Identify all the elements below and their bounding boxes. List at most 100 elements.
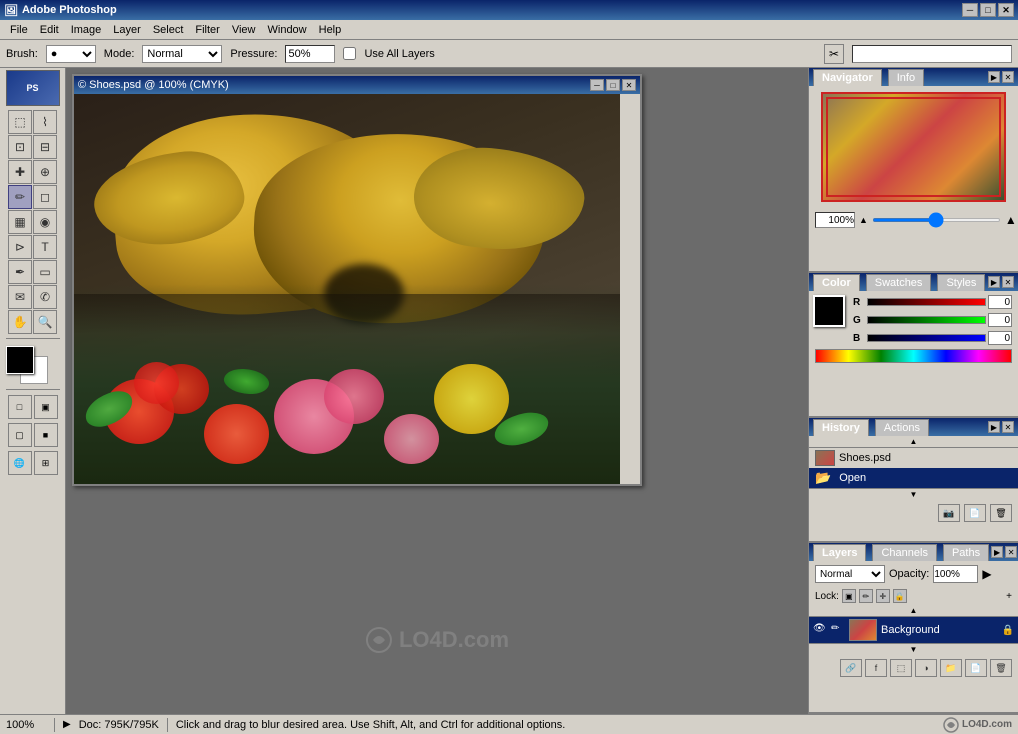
color-menu[interactable]: ▶ <box>988 276 1000 288</box>
history-scroll-down[interactable]: ▼ <box>809 488 1018 500</box>
full-screen-btn[interactable]: ■ <box>34 423 58 447</box>
minimize-button[interactable]: ─ <box>962 3 978 17</box>
extra-btn[interactable]: ⊞ <box>34 451 58 475</box>
color-close[interactable]: ✕ <box>1002 276 1014 288</box>
rainbow-bar[interactable] <box>815 349 1012 363</box>
stamp-tool[interactable]: ⊕ <box>33 160 57 184</box>
history-close[interactable]: ✕ <box>1002 421 1014 433</box>
layer-link-btn[interactable]: 🔗 <box>840 659 862 677</box>
foreground-color[interactable] <box>6 346 34 374</box>
layer-visibility-icon[interactable]: 👁 <box>813 623 827 637</box>
path-tool[interactable]: ⊳ <box>8 235 32 259</box>
notes-tool[interactable]: ✉ <box>8 285 32 309</box>
pen-tool[interactable]: ✒ <box>8 260 32 284</box>
layers-scroll-down[interactable]: ▼ <box>809 643 1018 655</box>
menu-window[interactable]: Window <box>262 22 313 38</box>
zoom-tool[interactable]: 🔍 <box>33 310 57 334</box>
color-sliders: R G B <box>853 291 1018 345</box>
close-button[interactable]: ✕ <box>998 3 1014 17</box>
layer-delete-btn[interactable]: 🗑 <box>990 659 1012 677</box>
use-all-layers-checkbox[interactable] <box>343 47 356 60</box>
marquee-tool[interactable]: ⬚ <box>8 110 32 134</box>
tab-history[interactable]: History <box>813 419 869 436</box>
lock-move[interactable]: ✛ <box>876 589 890 603</box>
screen-mode-btn[interactable]: ▢ <box>8 423 32 447</box>
shape-tool[interactable]: ▭ <box>33 260 57 284</box>
crop-tool[interactable]: ⊡ <box>8 135 32 159</box>
menu-help[interactable]: Help <box>313 22 348 38</box>
b-value[interactable] <box>988 331 1012 345</box>
layer-new-btn[interactable]: 📄 <box>965 659 987 677</box>
doc-close[interactable]: ✕ <box>622 79 636 91</box>
menu-image[interactable]: Image <box>65 22 108 38</box>
menu-file[interactable]: File <box>4 22 34 38</box>
tab-info[interactable]: Info <box>888 69 924 86</box>
navigator-preview <box>821 92 1006 202</box>
lasso-tool[interactable]: ⌇ <box>33 110 57 134</box>
hand-tool[interactable]: ✋ <box>8 310 32 334</box>
quick-mask-off[interactable]: □ <box>8 395 32 419</box>
history-delete-btn[interactable]: 🗑 <box>990 504 1012 522</box>
layers-scroll-up[interactable]: ▲ <box>809 605 1018 617</box>
menu-edit[interactable]: Edit <box>34 22 65 38</box>
layer-item-background[interactable]: 👁 ✏ Background 🔒 <box>809 617 1018 643</box>
lock-paint[interactable]: ✏ <box>859 589 873 603</box>
doc-maximize[interactable]: □ <box>606 79 620 91</box>
lock-transparency[interactable]: ▣ <box>842 589 856 603</box>
tab-actions[interactable]: Actions <box>875 419 929 436</box>
tab-swatches[interactable]: Swatches <box>866 274 932 291</box>
layer-group-btn[interactable]: 📁 <box>940 659 962 677</box>
lock-all[interactable]: 🔒 <box>893 589 907 603</box>
tab-paths[interactable]: Paths <box>943 544 989 561</box>
brush-select[interactable]: ● <box>46 45 96 63</box>
pressure-input[interactable] <box>285 45 335 63</box>
slice-tool[interactable]: ⊟ <box>33 135 57 159</box>
menu-view[interactable]: View <box>226 22 262 38</box>
history-item-1[interactable]: Shoes.psd <box>809 448 1018 468</box>
maximize-button[interactable]: □ <box>980 3 996 17</box>
tab-channels[interactable]: Channels <box>872 544 936 561</box>
blur-tool[interactable]: ◉ <box>33 210 57 234</box>
layers-menu[interactable]: ▶ <box>991 546 1003 558</box>
history-new-doc-btn[interactable]: 📄 <box>964 504 986 522</box>
text-tool[interactable]: T <box>33 235 57 259</box>
doc-minimize[interactable]: ─ <box>590 79 604 91</box>
layers-blend-select[interactable]: Normal <box>815 565 885 583</box>
quick-mask-on[interactable]: ▣ <box>34 395 58 419</box>
navigator-close[interactable]: ✕ <box>1002 71 1014 83</box>
tab-layers[interactable]: Layers <box>813 544 866 561</box>
layer-style-btn[interactable]: f <box>865 659 887 677</box>
lo4d-label: LO4D.com <box>962 719 1012 730</box>
jump-to-ir[interactable]: 🌐 <box>8 451 32 475</box>
nav-zoom-slider[interactable] <box>872 218 1001 222</box>
history-snapshot-btn[interactable]: 📷 <box>938 504 960 522</box>
menu-select[interactable]: Select <box>147 22 190 38</box>
color-swatch[interactable] <box>813 295 845 327</box>
heal-tool[interactable]: ✚ <box>8 160 32 184</box>
tab-color[interactable]: Color <box>813 274 860 291</box>
mode-select[interactable]: Normal <box>142 45 222 63</box>
tab-styles[interactable]: Styles <box>937 274 985 291</box>
options-icon[interactable]: ✂ <box>824 44 844 64</box>
brush-tool[interactable]: ✏ <box>8 185 32 209</box>
history-menu[interactable]: ▶ <box>988 421 1000 433</box>
history-item-2[interactable]: 📂 Open <box>809 468 1018 488</box>
opacity-input[interactable] <box>933 565 978 583</box>
menu-layer[interactable]: Layer <box>107 22 147 38</box>
g-value[interactable] <box>988 313 1012 327</box>
menu-filter[interactable]: Filter <box>189 22 225 38</box>
options-right-input[interactable] <box>852 45 1012 63</box>
layers-close[interactable]: ✕ <box>1005 546 1017 558</box>
navigator-menu[interactable]: ▶ <box>988 71 1000 83</box>
tab-navigator[interactable]: Navigator <box>813 69 882 86</box>
r-value[interactable] <box>988 295 1012 309</box>
eyedrop-tool[interactable]: ✆ <box>33 285 57 309</box>
nav-zoom-input[interactable] <box>815 212 855 228</box>
gradient-tool[interactable]: ▦ <box>8 210 32 234</box>
layer-adjustment-btn[interactable]: ◑ <box>915 659 937 677</box>
opacity-arrow[interactable]: ▶ <box>982 567 991 581</box>
use-all-layers-label: Use All Layers <box>364 48 434 60</box>
history-scroll-up[interactable]: ▲ <box>809 436 1018 448</box>
eraser-tool[interactable]: ◻ <box>33 185 57 209</box>
layer-mask-btn[interactable]: ⬚ <box>890 659 912 677</box>
